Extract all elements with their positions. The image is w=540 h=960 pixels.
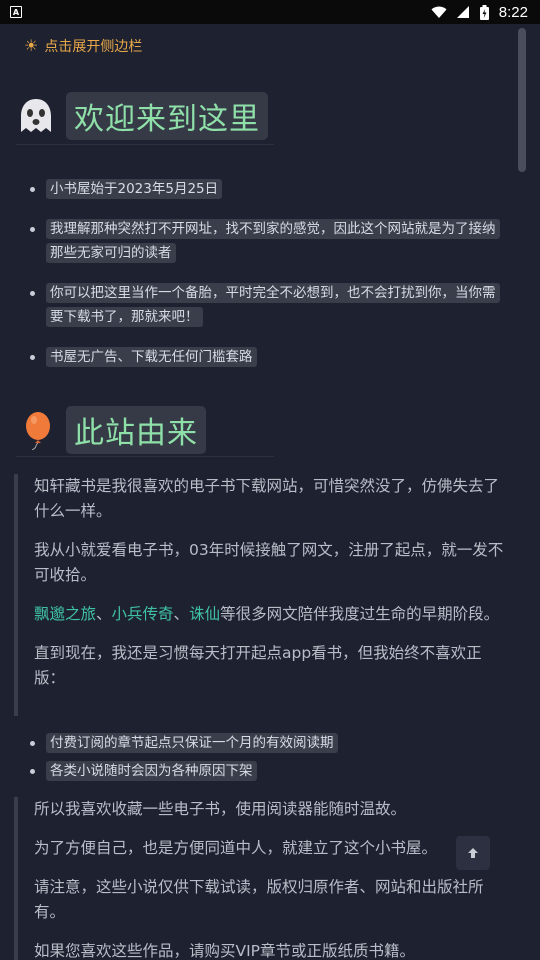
sidebar-toggle-button[interactable]: ☀ 点击展开侧边栏	[24, 36, 142, 56]
divider	[16, 144, 274, 145]
list-item: 你可以把这里当作一个备胎，平时完全不必想到，也不会打扰到你，当你需要下载书了，那…	[30, 281, 508, 329]
ghost-icon	[21, 99, 51, 132]
welcome-title: 欢迎来到这里	[66, 92, 268, 140]
link-zhuxian[interactable]: 诛仙	[189, 605, 220, 623]
list-item: 各类小说随时会因为各种原因下架	[30, 759, 508, 783]
origin-title: 此站由来	[66, 406, 206, 454]
divider	[16, 456, 274, 457]
paragraph: 飘邈之旅、小兵传奇、诛仙等很多网文陪伴我度过生命的早期阶段。	[34, 605, 500, 623]
paragraph: 所以我喜欢收藏一些电子书，使用阅读器能随时温故。	[34, 800, 407, 818]
list-item: 书屋无广告、下载无任何门槛套路	[30, 345, 508, 369]
main-content[interactable]: ☀ 点击展开侧边栏 欢迎来到这里 小书屋始于2023年5月25日 我理解那种突然…	[0, 24, 528, 960]
paragraph: 请注意，这些小说仅供下载试读，版权归原作者、网站和出版社所有。	[34, 878, 484, 921]
list-item: 小书屋始于2023年5月25日	[30, 177, 508, 201]
clock: 8:22	[498, 3, 528, 21]
app-notification-icon: A	[10, 6, 22, 18]
sun-icon: ☀	[24, 36, 39, 55]
status-bar: A 8:22	[0, 0, 540, 24]
origin-quote: 知轩藏书是我很喜欢的电子书下载网站，可惜突然没了，仿佛失去了什么一样。 我从小就…	[14, 474, 508, 716]
origin-heading: 此站由来	[16, 406, 206, 454]
paragraph: 直到现在，我还是习惯每天打开起点app看书，但我始终不喜欢正版：	[34, 644, 482, 687]
list-item: 付费订阅的章节起点只保证一个月的有效阅读期	[30, 731, 508, 755]
origin-list: 付费订阅的章节起点只保证一个月的有效阅读期 各类小说随时会因为各种原因下架	[30, 731, 508, 783]
paragraph: 我从小就爱看电子书，03年时候接触了网文，注册了起点，就一发不可收拾。	[34, 541, 504, 584]
paragraph: 如果您喜欢这些作品，请购买VIP章节或正版纸质书籍。	[34, 942, 416, 960]
welcome-heading: 欢迎来到这里	[16, 92, 268, 140]
origin-quote-2: 所以我喜欢收藏一些电子书，使用阅读器能随时温故。 为了方便自己，也是方便同道中人…	[14, 797, 508, 960]
scrollbar[interactable]	[518, 28, 526, 172]
link-piaomiao[interactable]: 飘邈之旅	[34, 605, 96, 623]
balloon-icon	[26, 412, 50, 450]
paragraph: 知轩藏书是我很喜欢的电子书下载网站，可惜突然没了，仿佛失去了什么一样。	[34, 477, 500, 520]
link-xiaobing[interactable]: 小兵传奇	[112, 605, 174, 623]
battery-icon	[479, 4, 489, 20]
welcome-list: 小书屋始于2023年5月25日 我理解那种突然打不开网址，找不到家的感觉，因此这…	[30, 177, 508, 369]
arrow-up-icon	[468, 848, 478, 858]
back-to-top-button[interactable]	[456, 836, 490, 870]
sidebar-toggle-label: 点击展开侧边栏	[44, 39, 143, 55]
paragraph: 为了方便自己，也是方便同道中人，就建立了这个小书屋。	[34, 839, 438, 857]
signal-icon	[456, 5, 469, 18]
list-item: 我理解那种突然打不开网址，找不到家的感觉，因此这个网站就是为了接纳那些无家可归的…	[30, 217, 508, 265]
status-icons: 8:22	[431, 4, 528, 21]
wifi-icon	[431, 6, 447, 18]
